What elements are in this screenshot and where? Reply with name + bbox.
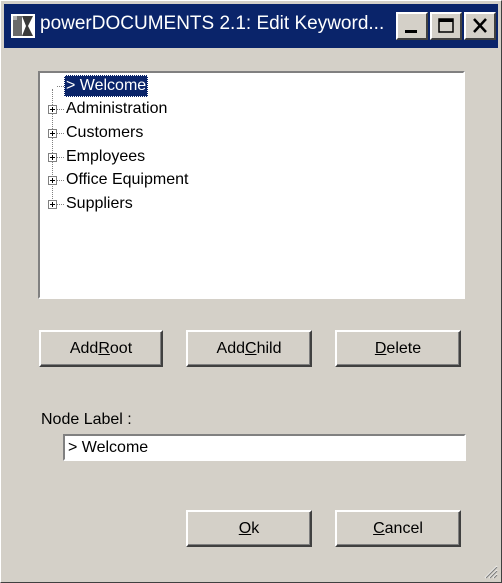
maximize-button[interactable]: [430, 12, 462, 40]
button-mnemonic: O: [238, 520, 252, 537]
expand-icon[interactable]: [48, 153, 57, 162]
tree-node-suppliers[interactable]: Suppliers: [66, 193, 133, 215]
button-label-part: oot: [109, 340, 133, 357]
button-label-part: hild: [256, 340, 282, 357]
edit-keywords-dialog: powerDOCUMENTS 2.1: Edit Keyword... > We…: [0, 0, 502, 583]
ok-button[interactable]: Ok: [186, 510, 312, 547]
expand-icon[interactable]: [48, 200, 57, 209]
resize-grip-icon[interactable]: [482, 563, 498, 579]
minimize-icon: [405, 30, 417, 33]
node-label-caption: Node Label :: [41, 411, 132, 428]
title-bar[interactable]: powerDOCUMENTS 2.1: Edit Keyword...: [4, 4, 498, 48]
cancel-button[interactable]: Cancel: [335, 510, 461, 547]
button-label-part: k: [251, 520, 260, 537]
tree-connector: [57, 204, 64, 205]
tree-connector: [57, 109, 64, 110]
tree-node-employees[interactable]: Employees: [66, 146, 145, 168]
delete-button[interactable]: Delete: [335, 330, 461, 367]
tree-node-office-equipment[interactable]: Office Equipment: [66, 169, 188, 191]
add-root-button[interactable]: AddRoot: [39, 330, 163, 367]
tree-connector: [57, 133, 64, 134]
close-button[interactable]: [464, 12, 496, 40]
expand-icon[interactable]: [48, 176, 57, 185]
keyword-tree[interactable]: > Welcome Administration Customers Emplo…: [38, 71, 465, 299]
window-title: powerDOCUMENTS 2.1: Edit Keyword...: [40, 13, 385, 34]
expand-icon[interactable]: [48, 129, 57, 138]
tree-connector: [57, 157, 64, 158]
tree-connector: [57, 180, 64, 181]
tree-node-administration[interactable]: Administration: [66, 98, 167, 120]
add-child-button[interactable]: AddChild: [186, 330, 312, 367]
button-mnemonic: C: [245, 340, 257, 357]
maximize-icon: [438, 18, 454, 33]
minimize-button[interactable]: [396, 12, 428, 40]
node-label-input[interactable]: [63, 434, 466, 461]
button-label-part: Add: [216, 340, 245, 357]
button-label-part: Add: [69, 340, 99, 357]
tree-connector: [57, 86, 64, 87]
button-label-part: elete: [386, 340, 422, 357]
close-icon: [473, 18, 487, 33]
expand-icon[interactable]: [48, 105, 57, 114]
app-icon: [11, 14, 35, 38]
button-label-part: ancel: [384, 520, 423, 537]
button-mnemonic: D: [374, 340, 387, 357]
tree-node-welcome[interactable]: > Welcome: [64, 75, 149, 97]
tree-node-customers[interactable]: Customers: [66, 122, 143, 144]
button-mnemonic: R: [98, 340, 110, 357]
button-mnemonic: C: [373, 520, 385, 537]
